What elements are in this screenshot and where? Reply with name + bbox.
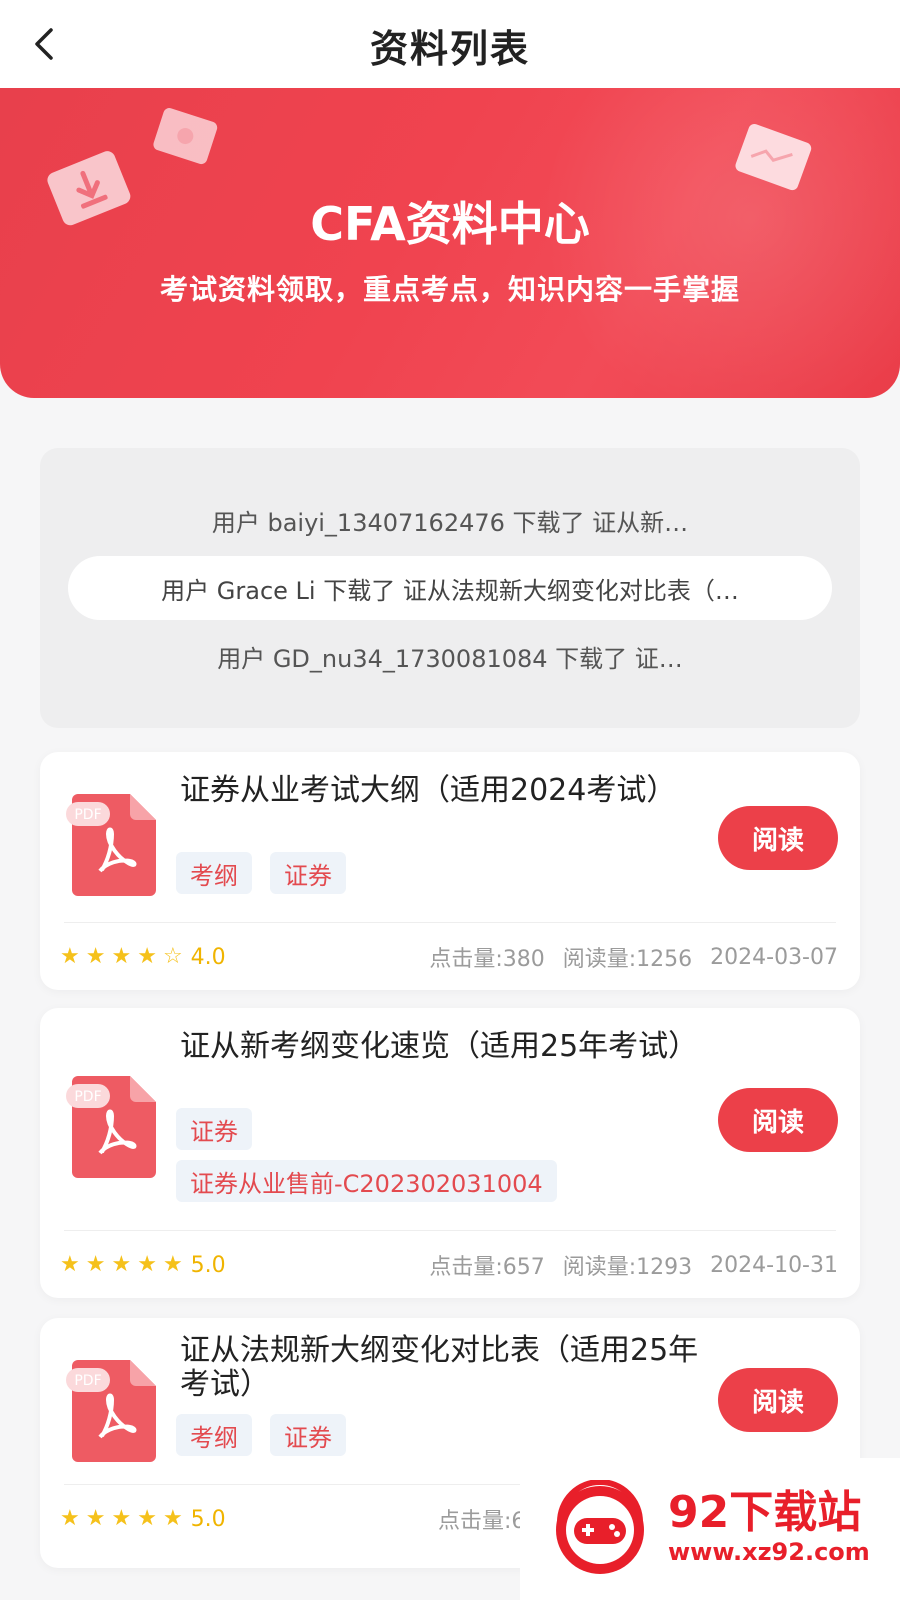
document-title[interactable]: 证从法规新大纲变化对比表（适用25年考试） (180, 1334, 700, 1402)
ticker-item: 用户 baiyi_13407162476 下载了 证从新… (211, 508, 689, 537)
document-stats: 点击量:657 阅读量:1293 2024-10-31 (411, 1250, 838, 1281)
rating-value: 5.0 (190, 1506, 226, 1532)
document-tag: 考纲 (176, 1414, 252, 1456)
ticker-item-active: 用户 Grace Li 下载了 证从法规新大纲变化对比表（… (68, 556, 832, 620)
chart-card-icon (735, 123, 812, 191)
svg-text:PDF: PDF (74, 1089, 101, 1105)
back-button[interactable] (22, 22, 66, 66)
ticker-item: 用户 GD_nu34_1730081084 下载了 证… (217, 644, 683, 673)
page-title: 资料列表 (369, 26, 530, 71)
publish-date: 2024-03-07 (710, 944, 838, 970)
document-tag: 证券 (176, 1108, 252, 1150)
banner: CFA资料中心 考试资料领取，重点考点，知识内容一手掌握 (0, 88, 900, 398)
star-icon: ★ (137, 1252, 157, 1277)
document-tag: 证券 (270, 852, 346, 894)
svg-text:PDF: PDF (74, 807, 101, 823)
site-watermark: 92下载站 www.xz92.com (520, 1458, 900, 1600)
star-icon: ★ (162, 1506, 183, 1531)
document-tag: 考纲 (176, 852, 252, 894)
star-icon: ★ (85, 1506, 106, 1531)
document-card[interactable]: PDF 证券从业考试大纲（适用2024考试） 考纲 证券 阅读 ★ ★ ★ ★ … (40, 752, 860, 990)
gamepad-logo-icon (556, 1480, 644, 1574)
pdf-file-icon: PDF (66, 794, 156, 896)
star-icon: ★ (60, 944, 80, 969)
star-rating: ★ ★ ★ ★ ★ 5.0 (60, 1250, 226, 1280)
pdf-file-icon: PDF (66, 1076, 156, 1178)
banner-subtitle: 考试资料领取，重点考点，知识内容一手掌握 (159, 273, 740, 306)
star-icon: ★ (137, 1506, 157, 1531)
star-icon: ★ (111, 944, 132, 969)
banner-title: CFA资料中心 (310, 197, 590, 251)
download-ticker: 用户 baiyi_13407162476 下载了 证从新… 用户 Grace L… (40, 448, 860, 728)
chevron-left-icon (35, 28, 53, 60)
svg-text:PDF: PDF (74, 1373, 101, 1389)
document-tag: 证券 (270, 1414, 346, 1456)
star-icon: ★ (111, 1252, 132, 1277)
divider (64, 922, 836, 923)
star-icon: ★ (162, 1252, 183, 1277)
publish-date: 2024-10-31 (710, 1252, 838, 1278)
document-stats: 点击量:6 (420, 1504, 525, 1534)
star-icon: ★ (85, 944, 106, 969)
image-card-icon (153, 108, 218, 165)
pdf-file-icon: PDF (66, 1360, 156, 1462)
rating-value: 5.0 (190, 1252, 226, 1278)
read-button[interactable]: 阅读 (718, 1368, 838, 1432)
read-button[interactable]: 阅读 (718, 1088, 838, 1152)
read-count: 阅读量:1256 (562, 947, 693, 972)
document-stats: 点击量:380 阅读量:1256 2024-03-07 (411, 942, 838, 973)
document-card[interactable]: PDF 证从新考纲变化速览（适用25年考试） 证券 证券从业售前-C202302… (40, 1008, 860, 1298)
star-outline-icon: ☆ (162, 944, 183, 969)
star-icon: ★ (60, 1252, 80, 1277)
document-title[interactable]: 证从新考纲变化速览（适用25年考试） (180, 1030, 700, 1064)
star-icon: ★ (85, 1252, 106, 1277)
click-count: 点击量:6 (438, 1509, 526, 1534)
divider (64, 1230, 836, 1231)
watermark-url: www.xz92.com (668, 1538, 870, 1566)
watermark-name: 92下载站 (668, 1487, 862, 1538)
star-rating: ★ ★ ★ ★ ★ 5.0 (60, 1504, 226, 1534)
star-icon: ★ (60, 1506, 80, 1531)
star-icon: ★ (111, 1506, 132, 1531)
click-count: 点击量:657 (429, 1255, 545, 1280)
rating-value: 4.0 (190, 944, 226, 970)
read-button[interactable]: 阅读 (718, 806, 838, 870)
star-icon: ★ (137, 944, 157, 969)
click-count: 点击量:380 (429, 947, 545, 972)
top-bar: 资料列表 (0, 0, 900, 90)
document-title[interactable]: 证券从业考试大纲（适用2024考试） (180, 774, 700, 808)
read-count: 阅读量:1293 (562, 1255, 693, 1280)
star-rating: ★ ★ ★ ★ ☆ 4.0 (60, 942, 226, 972)
document-tag: 证券从业售前-C202302031004 (176, 1160, 557, 1202)
